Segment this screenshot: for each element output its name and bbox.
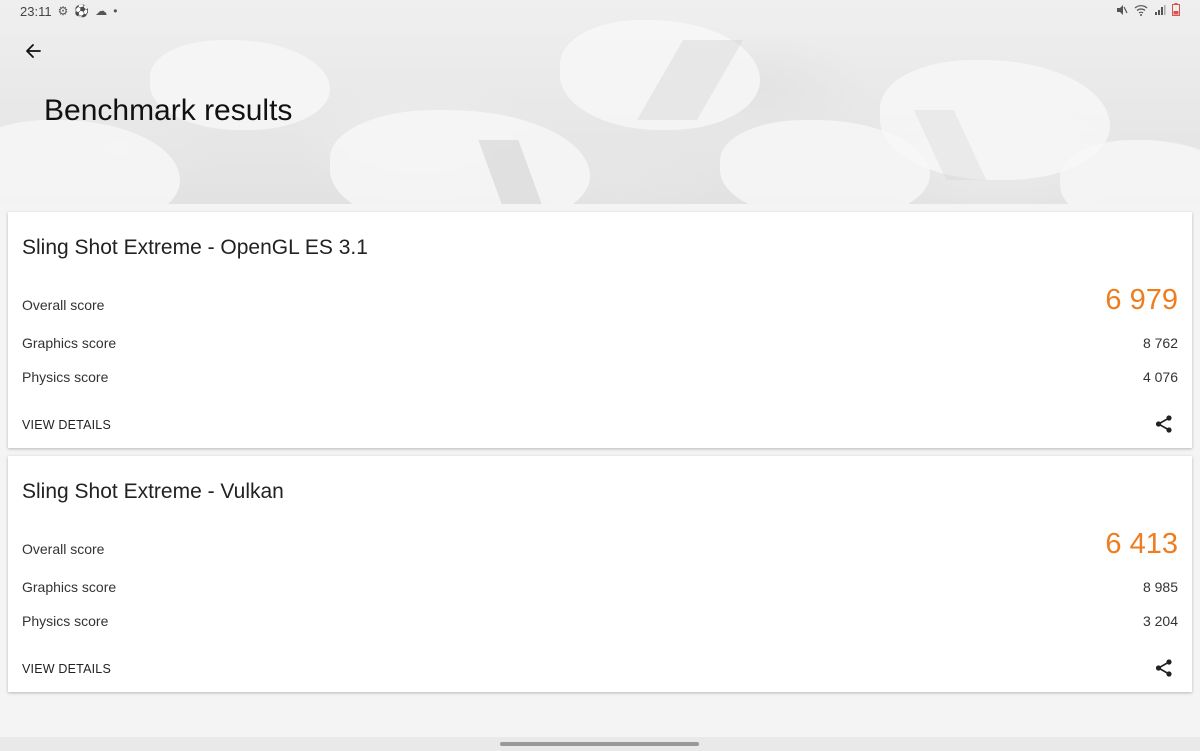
view-details-button[interactable]: VIEW DETAILS xyxy=(22,418,111,432)
status-time: 23:11 xyxy=(20,3,52,19)
home-gesture-handle[interactable] xyxy=(500,742,699,746)
share-button[interactable] xyxy=(1152,412,1176,436)
arrow-left-icon xyxy=(26,44,41,58)
dot-icon: • xyxy=(113,4,118,18)
share-button[interactable] xyxy=(1152,656,1176,680)
share-icon xyxy=(1155,659,1172,677)
share-icon xyxy=(1155,415,1172,433)
physics-score-label: Physics score xyxy=(22,613,109,629)
soccer-ball-icon: ⚽ xyxy=(74,4,90,18)
mute-icon xyxy=(1116,4,1128,19)
header-banner: Benchmark results xyxy=(0,0,1200,204)
navigation-bar xyxy=(0,737,1200,751)
result-card: Sling Shot Extreme - Vulkan Overall scor… xyxy=(8,456,1192,692)
overall-score-value: 6 979 xyxy=(1105,284,1178,316)
benchmark-title: Sling Shot Extreme - Vulkan xyxy=(22,480,284,503)
graphics-score-label: Graphics score xyxy=(22,579,117,595)
overall-score-value: 6 413 xyxy=(1105,528,1178,560)
view-details-button[interactable]: VIEW DETAILS xyxy=(22,662,111,676)
benchmark-title: Sling Shot Extreme - OpenGL ES 3.1 xyxy=(22,236,368,259)
background-rock xyxy=(0,120,180,204)
status-bar: 23:11 ⚙ ⚽ ☁ • xyxy=(0,0,1200,22)
graphics-score-value: 8 762 xyxy=(1142,335,1178,351)
page-title: Benchmark results xyxy=(44,94,293,127)
physics-score-value: 4 076 xyxy=(1142,369,1178,385)
cloud-icon: ☁ xyxy=(95,4,108,18)
graphics-score-value: 8 985 xyxy=(1142,579,1178,595)
background-rock xyxy=(1060,140,1200,204)
overall-score-label: Overall score xyxy=(22,297,105,313)
physics-score-label: Physics score xyxy=(22,369,109,385)
battery-icon xyxy=(1172,3,1180,19)
background-rock xyxy=(330,110,590,204)
wifi-icon xyxy=(1134,4,1148,19)
gear-icon: ⚙ xyxy=(57,4,69,18)
physics-score-value: 3 204 xyxy=(1142,613,1178,629)
graphics-score-label: Graphics score xyxy=(22,335,117,351)
overall-score-label: Overall score xyxy=(22,541,105,557)
signal-icon xyxy=(1154,4,1166,19)
back-button[interactable] xyxy=(18,36,48,66)
result-card: Sling Shot Extreme - OpenGL ES 3.1 Overa… xyxy=(8,212,1192,448)
